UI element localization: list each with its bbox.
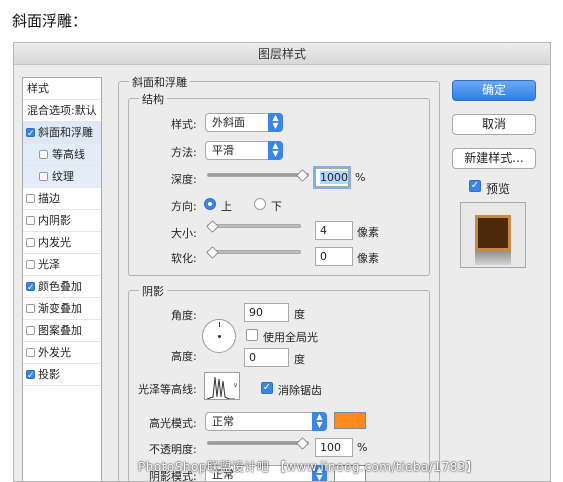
stroke-checkbox[interactable] <box>26 194 35 203</box>
angle-input[interactable]: 90 <box>244 303 289 322</box>
size-slider[interactable] <box>206 220 301 233</box>
texture-checkbox[interactable] <box>39 172 48 181</box>
angle-label: 角度: <box>171 309 197 322</box>
style-item-color-overlay[interactable]: 颜色叠加 <box>23 276 101 299</box>
highlight-opacity-input[interactable]: 100 <box>315 438 353 457</box>
size-label: 大小: <box>171 227 197 240</box>
technique-label: 方法: <box>171 146 197 159</box>
color-overlay-checkbox[interactable] <box>26 277 35 299</box>
updown-arrows-icon: ▲ ▼ <box>268 141 283 160</box>
svg-text:∨: ∨ <box>233 381 238 389</box>
style-label: 样式: <box>171 118 197 131</box>
updown-arrows-icon: ▲ ▼ <box>268 113 283 132</box>
highlight-mode-select[interactable]: 正常 ▲ ▼ <box>205 412 327 431</box>
contour-checkbox[interactable] <box>39 150 48 159</box>
soften-input[interactable]: 0 <box>315 247 353 266</box>
soften-slider[interactable] <box>206 246 301 259</box>
global-light-label: 使用全局光 <box>263 331 318 344</box>
size-unit: 像素 <box>357 226 379 239</box>
inner-shadow-checkbox[interactable] <box>26 216 35 225</box>
structure-title: 结构 <box>139 91 167 107</box>
outer-glow-checkbox[interactable] <box>26 348 35 357</box>
highlight-opacity-slider[interactable] <box>207 437 309 450</box>
depth-slider[interactable] <box>207 169 309 182</box>
size-input[interactable]: 4 <box>315 221 353 240</box>
style-item-contour[interactable]: 等高线 <box>23 144 101 166</box>
depth-label: 深度: <box>171 173 197 186</box>
direction-up-label: 上 <box>221 200 232 213</box>
style-item-satin[interactable]: 光泽 <box>23 254 101 276</box>
altitude-unit: 度 <box>294 353 305 366</box>
layer-style-dialog: 图层样式 样式 混合选项:默认 斜面和浮雕 等高线 纹理 描边 内阴影 内发光 <box>13 42 551 482</box>
style-item-pattern-overlay[interactable]: 图案叠加 <box>23 320 101 342</box>
style-preview-thumbnail <box>460 202 526 268</box>
technique-select[interactable]: 平滑 ▲ ▼ <box>205 141 283 160</box>
ok-button[interactable]: 确定 <box>452 80 536 101</box>
direction-down-label: 下 <box>271 200 282 213</box>
antialias-checkbox[interactable]: ✓ <box>261 382 273 394</box>
depth-slider-fill <box>208 174 308 176</box>
new-style-button[interactable]: 新建样式... <box>452 148 536 169</box>
updown-arrows-icon: ▲ ▼ <box>312 412 327 431</box>
altitude-input[interactable]: 0 <box>244 348 289 367</box>
gradient-overlay-checkbox[interactable] <box>26 304 35 313</box>
preview-label: 预览 <box>486 182 511 196</box>
angle-unit: 度 <box>294 308 305 321</box>
direction-up-radio[interactable] <box>204 198 216 210</box>
highlight-opacity-unit: % <box>357 441 368 454</box>
opacity-slider-fill <box>208 442 308 444</box>
cancel-button[interactable]: 取消 <box>452 114 536 135</box>
style-item-drop-shadow[interactable]: 投影 <box>23 364 101 387</box>
highlight-color-swatch[interactable] <box>334 412 366 429</box>
style-item-outer-glow[interactable]: 外发光 <box>23 342 101 364</box>
direction-label: 方向: <box>171 200 197 213</box>
blend-options-item[interactable]: 混合选项:默认 <box>23 100 101 122</box>
style-item-gradient-overlay[interactable]: 渐变叠加 <box>23 298 101 320</box>
highlight-opacity-label: 不透明度: <box>149 443 197 456</box>
drop-shadow-checkbox[interactable] <box>26 365 35 387</box>
inner-glow-checkbox[interactable] <box>26 238 35 247</box>
soften-label: 软化: <box>171 252 197 265</box>
global-light-checkbox[interactable] <box>246 329 258 341</box>
dialog-title: 图层样式 <box>14 43 550 65</box>
altitude-label: 高度: <box>171 350 197 363</box>
style-list-header[interactable]: 样式 <box>23 78 101 100</box>
depth-unit: % <box>355 171 366 184</box>
style-select[interactable]: 外斜面 ▲ ▼ <box>205 113 283 132</box>
watermark: PhotoShop联盟设计吧 【www.lineeg.com/tieba/178… <box>138 460 479 474</box>
style-list: 样式 混合选项:默认 斜面和浮雕 等高线 纹理 描边 内阴影 内发光 光泽 <box>22 77 102 481</box>
shading-title: 阴影 <box>139 283 167 299</box>
highlight-mode-label: 高光模式: <box>149 417 197 430</box>
bevel-checkbox[interactable] <box>26 123 35 145</box>
page-caption: 斜面浮雕： <box>12 12 88 30</box>
satin-checkbox[interactable] <box>26 260 35 269</box>
angle-dial[interactable] <box>202 319 236 353</box>
soften-unit: 像素 <box>357 252 379 265</box>
antialias-label: 消除锯齿 <box>278 384 322 397</box>
style-item-stroke[interactable]: 描边 <box>23 188 101 210</box>
gloss-contour-picker[interactable]: ∨ <box>204 372 240 400</box>
style-item-inner-glow[interactable]: 内发光 <box>23 232 101 254</box>
pattern-overlay-checkbox[interactable] <box>26 326 35 335</box>
direction-down-radio[interactable] <box>254 198 266 210</box>
style-item-texture[interactable]: 纹理 <box>23 166 101 188</box>
contour-curve-icon: ∨ <box>206 376 238 399</box>
bevel-emboss-title: 斜面和浮雕 <box>129 74 190 90</box>
preview-checkbox[interactable]: ✓ <box>469 180 481 192</box>
style-item-bevel[interactable]: 斜面和浮雕 <box>23 122 101 145</box>
style-item-inner-shadow[interactable]: 内阴影 <box>23 210 101 232</box>
depth-input[interactable]: 1000 <box>315 168 349 187</box>
gloss-contour-label: 光泽等高线: <box>138 383 197 396</box>
